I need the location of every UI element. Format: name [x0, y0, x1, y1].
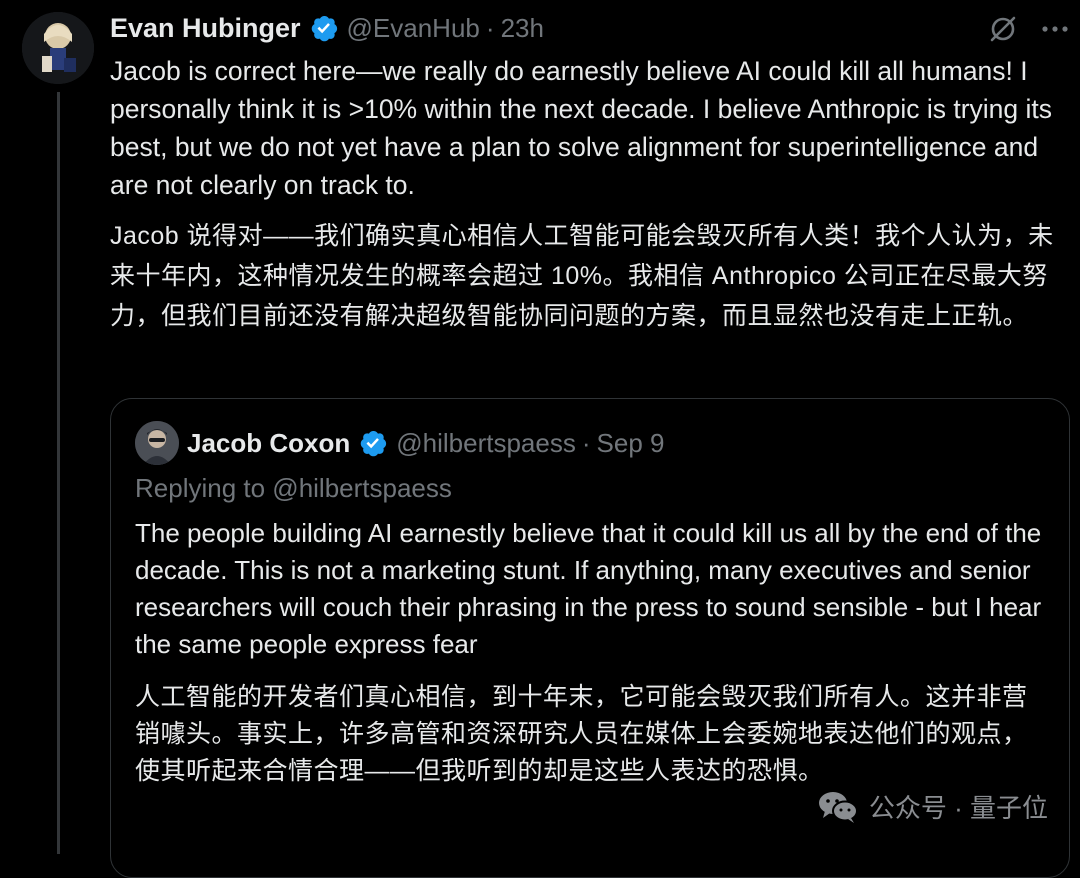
tweet-text: Jacob is correct here—we really do earne… [110, 56, 1052, 200]
timestamp[interactable]: 23h [501, 13, 544, 44]
tweet-translation: Jacob 说得对——我们确实真心相信人工智能可能会毁灭所有人类！我个人认为，未… [110, 222, 1054, 330]
tweet-header: Evan Hubinger @EvanHub · 23h [110, 8, 544, 48]
more-icon[interactable] [1038, 12, 1072, 46]
watermark-text: 公众号 · 量子位 [868, 793, 1048, 823]
quote-handle[interactable]: @hilbertspaess [396, 428, 576, 459]
quote-separator: · [581, 427, 591, 458]
quote-header: Jacob Coxon @hilbertspaess · Sep 9 [135, 421, 664, 465]
handle[interactable]: @EvanHub [347, 13, 480, 44]
avatar[interactable] [22, 12, 94, 84]
quote-display-name[interactable]: Jacob Coxon [187, 428, 350, 459]
tweet-body: Jacob is correct here—we really do earne… [110, 52, 1072, 336]
replying-to[interactable]: Replying to @hilbertspaess [135, 473, 452, 504]
separator: · [485, 12, 495, 43]
wechat-icon [817, 790, 859, 824]
quote-translation: 人工智能的开发者们真心相信，到十年末，它可能会毁灭我们所有人。这并非营销噱头。事… [135, 683, 1028, 785]
avatar-image [22, 12, 94, 84]
watermark: 公众号 · 量子位 [817, 788, 1048, 825]
quote-avatar-image [135, 421, 179, 465]
quote-verified-badge-icon [358, 428, 388, 458]
quote-date[interactable]: Sep 9 [597, 428, 665, 459]
display-name[interactable]: Evan Hubinger [110, 13, 301, 44]
verified-badge-icon [309, 13, 339, 43]
grok-icon[interactable] [986, 12, 1020, 46]
quote-text: The people building AI earnestly believe… [135, 518, 1042, 659]
header-actions [986, 12, 1072, 46]
quote-avatar[interactable] [135, 421, 179, 465]
thread-line [57, 92, 60, 854]
